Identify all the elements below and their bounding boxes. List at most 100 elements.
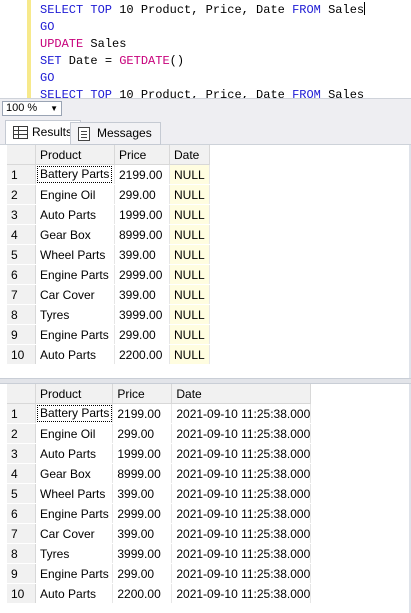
cell-product[interactable]: Engine Oil — [35, 184, 115, 205]
cell-product[interactable]: Wheel Parts — [35, 483, 114, 504]
cell-product[interactable]: Auto Parts — [35, 344, 115, 365]
cell-price[interactable]: 2199.00 — [112, 403, 173, 424]
cell-price[interactable]: 299.00 — [112, 563, 173, 584]
cell-price[interactable]: 1999.00 — [112, 443, 173, 464]
cell-product[interactable]: Engine Parts — [35, 324, 115, 345]
row-number[interactable]: 7 — [7, 284, 36, 305]
row-number[interactable]: 9 — [7, 563, 36, 584]
table-row[interactable]: 4 Gear Box 8999.00 NULL — [7, 224, 210, 245]
cell-product[interactable]: Auto Parts — [35, 204, 115, 225]
column-header-price[interactable]: Price — [114, 145, 170, 165]
cell-product[interactable]: Auto Parts — [35, 443, 114, 464]
row-number[interactable]: 4 — [7, 224, 36, 245]
cell-product[interactable]: Engine Parts — [35, 563, 114, 584]
table-row[interactable]: 3 Auto Parts 1999.00 NULL — [7, 204, 210, 225]
cell-price[interactable]: 399.00 — [112, 483, 173, 504]
row-number[interactable]: 7 — [7, 523, 36, 544]
cell-price[interactable]: 399.00 — [112, 523, 173, 544]
cell-date[interactable]: 2021-09-10 11:25:38.000 — [171, 483, 312, 504]
table-row[interactable]: 1 Battery Parts 2199.00 2021-09-10 11:25:38… — [7, 403, 312, 424]
column-header-date[interactable]: Date — [169, 145, 210, 165]
cell-price[interactable]: 299.00 — [114, 184, 170, 205]
cell-product[interactable]: Battery Parts — [35, 403, 114, 424]
cell-price[interactable]: 2200.00 — [112, 583, 173, 604]
table-row[interactable]: 6 Engine Parts 2999.00 NULL — [7, 264, 210, 285]
table-row[interactable]: 2 Engine Oil 299.00 NULL — [7, 184, 210, 205]
code-line[interactable]: SET Date = GETDATE() — [40, 53, 365, 70]
table-row[interactable]: 10 Auto Parts 2200.00 NULL — [7, 344, 210, 365]
row-number[interactable]: 1 — [7, 164, 36, 185]
cell-date[interactable]: 2021-09-10 11:25:38.000 — [171, 523, 312, 544]
column-header-product[interactable]: Product — [35, 145, 115, 165]
cell-product[interactable]: Car Cover — [35, 523, 114, 544]
row-number-header[interactable] — [7, 145, 36, 165]
cell-price[interactable]: 3999.00 — [112, 543, 173, 564]
cell-date[interactable]: 2021-09-10 11:25:38.000 — [171, 503, 312, 524]
table-row[interactable]: 9 Engine Parts 299.00 NULL — [7, 324, 210, 345]
cell-price[interactable]: 399.00 — [114, 284, 170, 305]
table-row[interactable]: 9 Engine Parts 299.00 2021-09-10 11:25:38.0… — [7, 563, 312, 584]
cell-price[interactable]: 299.00 — [112, 423, 173, 444]
table-row[interactable]: 8 Tyres 3999.00 NULL — [7, 304, 210, 325]
tab-messages[interactable]: Messages — [70, 122, 161, 145]
code-line[interactable]: GO — [40, 70, 365, 87]
row-number[interactable]: 10 — [7, 583, 36, 604]
row-number-header[interactable] — [7, 384, 36, 404]
table-row[interactable]: 2 Engine Oil 299.00 2021-09-10 11:25:38.000 — [7, 423, 312, 444]
code-line[interactable]: GO — [40, 19, 365, 36]
cell-product[interactable]: Battery Parts — [35, 164, 115, 185]
row-number[interactable]: 1 — [7, 403, 36, 424]
code-line[interactable]: SELECT TOP 10 Product, Price, Date FROM … — [40, 2, 366, 19]
results-grid-2[interactable]: Product Price Date 1 Battery Parts 2199.00… — [0, 384, 411, 613]
cell-price[interactable]: 2199.00 — [114, 164, 170, 185]
cell-product[interactable]: Tyres — [35, 543, 114, 564]
cell-price[interactable]: 1999.00 — [114, 204, 170, 225]
chevron-down-icon[interactable]: ▼ — [50, 102, 58, 115]
cell-product[interactable]: Car Cover — [35, 284, 115, 305]
row-number[interactable]: 3 — [7, 204, 36, 225]
table-row[interactable]: 5 Wheel Parts 399.00 2021-09-10 11:25:38.00… — [7, 483, 312, 504]
cell-price[interactable]: 2999.00 — [114, 264, 170, 285]
cell-date[interactable]: NULL — [169, 264, 210, 285]
cell-product[interactable]: Engine Oil — [35, 423, 114, 444]
results-grid-1[interactable]: Product Price Date 1 Battery Parts 2199.00… — [0, 145, 411, 378]
sql-editor[interactable]: SELECT TOP 10 Product, Price, Date FROM … — [0, 0, 411, 102]
zoom-dropdown[interactable]: 100 % ▼ — [2, 101, 62, 116]
cell-price[interactable]: 399.00 — [114, 244, 170, 265]
cell-product[interactable]: Tyres — [35, 304, 115, 325]
row-number[interactable]: 5 — [7, 483, 36, 504]
cell-date[interactable]: NULL — [169, 204, 210, 225]
cell-date[interactable]: NULL — [169, 344, 210, 365]
cell-price[interactable]: 3999.00 — [114, 304, 170, 325]
column-header-date[interactable]: Date — [171, 384, 312, 404]
row-number[interactable]: 8 — [7, 304, 36, 325]
table-row[interactable]: 6 Engine Parts 2999.00 2021-09-10 11:25:38.… — [7, 503, 312, 524]
cell-date[interactable]: NULL — [169, 164, 210, 185]
cell-product[interactable]: Engine Parts — [35, 503, 114, 524]
cell-product[interactable]: Auto Parts — [35, 583, 114, 604]
code-line[interactable]: UPDATE Sales — [40, 36, 365, 53]
cell-price[interactable]: 8999.00 — [112, 463, 173, 484]
table-row[interactable]: 7 Car Cover 399.00 NULL — [7, 284, 210, 305]
row-number[interactable]: 10 — [7, 344, 36, 365]
sql-code[interactable]: SELECT TOP 10 Product, Price, Date FROM … — [40, 2, 366, 104]
cell-date[interactable]: 2021-09-10 11:25:38.000 — [171, 543, 312, 564]
table-row[interactable]: 8 Tyres 3999.00 2021-09-10 11:25:38.000 — [7, 543, 312, 564]
cell-product[interactable]: Wheel Parts — [35, 244, 115, 265]
table-row[interactable]: 5 Wheel Parts 399.00 NULL — [7, 244, 210, 265]
table-row[interactable]: 1 Battery Parts 2199.00 NULL — [7, 164, 210, 185]
cell-product[interactable]: Gear Box — [35, 463, 114, 484]
cell-product[interactable]: Gear Box — [35, 224, 115, 245]
cell-date[interactable]: 2021-09-10 11:25:38.000 — [171, 563, 312, 584]
cell-date[interactable]: NULL — [169, 284, 210, 305]
cell-date[interactable]: NULL — [169, 184, 210, 205]
row-number[interactable]: 6 — [7, 503, 36, 524]
cell-date[interactable]: NULL — [169, 244, 210, 265]
table-row[interactable]: 10 Auto Parts 2200.00 2021-09-10 11:25:38.0… — [7, 583, 312, 604]
cell-date[interactable]: NULL — [169, 324, 210, 345]
cell-date[interactable]: 2021-09-10 11:25:38.000 — [171, 443, 312, 464]
cell-date[interactable]: 2021-09-10 11:25:38.000 — [171, 423, 312, 444]
row-number[interactable]: 3 — [7, 443, 36, 464]
cell-price[interactable]: 2999.00 — [112, 503, 173, 524]
row-number[interactable]: 8 — [7, 543, 36, 564]
